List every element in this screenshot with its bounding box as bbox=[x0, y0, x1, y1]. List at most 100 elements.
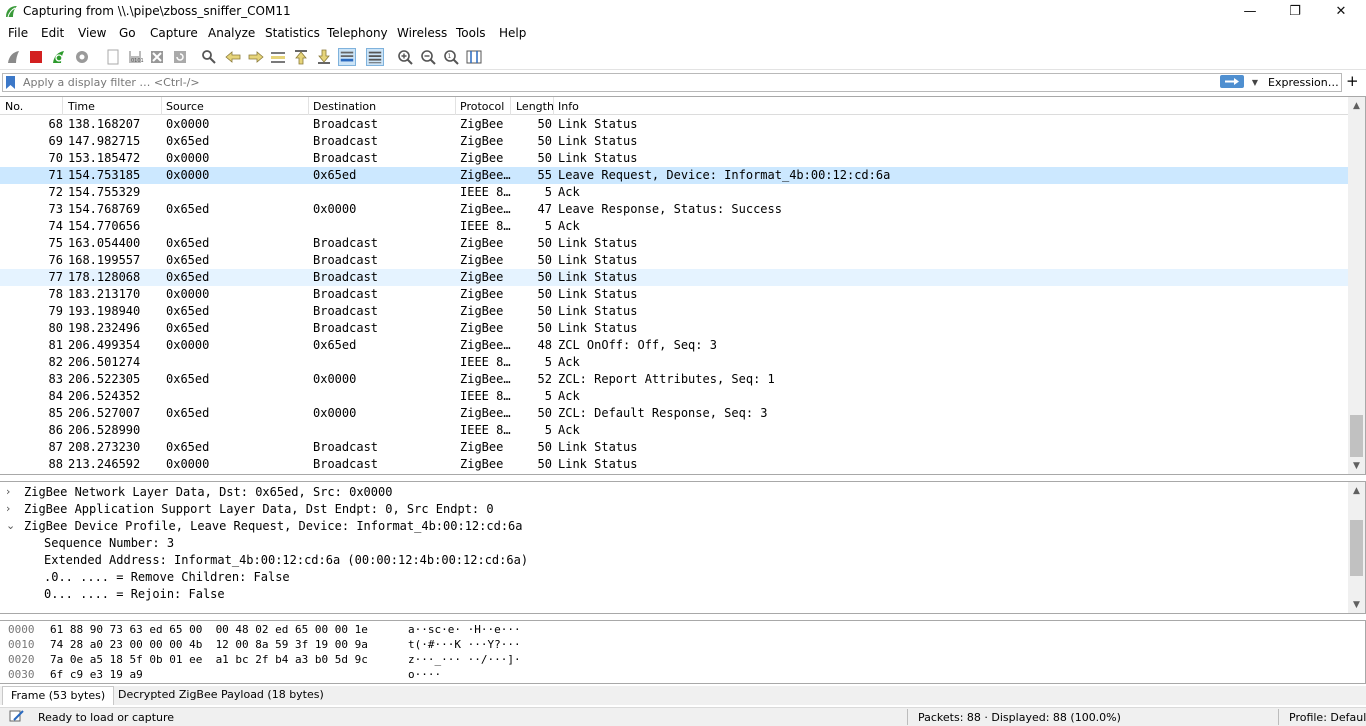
detail-tree-item[interactable]: Extended Address: Informat_4b:00:12:cd:6… bbox=[0, 552, 1349, 569]
chevron-right-icon[interactable]: › bbox=[6, 502, 10, 515]
packet-row[interactable]: 80 198.232496 0x65ed Broadcast ZigBee 50 Link … bbox=[0, 320, 1349, 337]
packet-row[interactable]: 71 154.753185 0x0000 0x65ed ZigBee… 55 Leave R… bbox=[0, 167, 1349, 184]
packet-details-tree[interactable]: › ZigBee Network Layer Data, Dst: 0x65ed,… bbox=[0, 481, 1366, 614]
status-profile[interactable]: Profile: Default bbox=[1289, 711, 1366, 724]
minimize-button[interactable]: — bbox=[1227, 0, 1273, 23]
go-forward-button[interactable] bbox=[247, 48, 265, 66]
packet-row[interactable]: 74 154.770656 IEEE 8… 5 Ack bbox=[0, 218, 1349, 235]
packet-row[interactable]: 73 154.768769 0x65ed 0x0000 ZigBee… 47 Leave R… bbox=[0, 201, 1349, 218]
menu-edit[interactable]: Edit bbox=[41, 26, 64, 40]
first-packet-button[interactable] bbox=[292, 48, 310, 66]
expert-info-icon[interactable] bbox=[9, 709, 25, 723]
detail-tree-item[interactable]: ⌄ ZigBee Device Profile, Leave Request, D… bbox=[0, 518, 1349, 535]
detail-tree-item[interactable]: › ZigBee Application Support Layer Data, … bbox=[0, 501, 1349, 518]
column-header-info[interactable]: Info bbox=[558, 100, 579, 113]
restore-button[interactable]: ❐ bbox=[1272, 0, 1318, 23]
column-header-time[interactable]: Time bbox=[68, 100, 95, 113]
packet-row[interactable]: 78 183.213170 0x0000 Broadcast ZigBee 50 Link … bbox=[0, 286, 1349, 303]
restart-capture-button[interactable] bbox=[50, 48, 68, 66]
packet-row[interactable]: 88 213.246592 0x0000 Broadcast ZigBee 50 Link … bbox=[0, 456, 1349, 473]
scroll-up-icon[interactable]: ▲ bbox=[1348, 97, 1365, 114]
close-button[interactable]: ✕ bbox=[1318, 0, 1364, 23]
menu-view[interactable]: View bbox=[78, 26, 106, 40]
menu-go[interactable]: Go bbox=[119, 26, 136, 40]
cell-time: 206.499354 bbox=[68, 338, 141, 352]
packet-bytes-pane[interactable]: 0000 61 88 90 73 63 ed 65 00 00 48 02 ed … bbox=[0, 620, 1366, 684]
chevron-down-icon[interactable]: ⌄ bbox=[6, 519, 15, 532]
capture-options-button[interactable] bbox=[73, 48, 91, 66]
detail-tree-item[interactable]: 0... .... = Rejoin: False bbox=[0, 586, 1349, 603]
scroll-down-icon[interactable]: ▼ bbox=[1348, 457, 1365, 474]
colorize-button[interactable] bbox=[366, 48, 384, 66]
packet-row[interactable]: 77 178.128068 0x65ed Broadcast ZigBee 50 Link … bbox=[0, 269, 1349, 286]
last-packet-button[interactable] bbox=[315, 48, 333, 66]
scroll-up-icon[interactable]: ▲ bbox=[1348, 482, 1365, 499]
zoom-normal-button[interactable]: 1 bbox=[442, 48, 460, 66]
bytes-row[interactable]: 0000 61 88 90 73 63 ed 65 00 00 48 02 ed … bbox=[0, 623, 1349, 638]
packet-row[interactable]: 75 163.054400 0x65ed Broadcast ZigBee 50 Link … bbox=[0, 235, 1349, 252]
column-header-no[interactable]: No. bbox=[5, 100, 23, 113]
menu-wireless[interactable]: Wireless bbox=[397, 26, 447, 40]
menu-help[interactable]: Help bbox=[499, 26, 526, 40]
packet-row[interactable]: 79 193.198940 0x65ed Broadcast ZigBee 50 Link … bbox=[0, 303, 1349, 320]
shark-fin-start-button[interactable] bbox=[5, 48, 23, 66]
packet-row[interactable]: 84 206.524352 IEEE 8… 5 Ack bbox=[0, 388, 1349, 405]
save-file-button[interactable]: 0101 bbox=[126, 48, 144, 66]
menu-telephony[interactable]: Telephony bbox=[327, 26, 388, 40]
cell-no: 84 bbox=[48, 389, 63, 403]
filter-history-dropdown[interactable]: ▼ bbox=[1248, 74, 1262, 91]
details-scrollbar[interactable]: ▲ ▼ bbox=[1348, 482, 1365, 613]
zoom-out-button[interactable] bbox=[419, 48, 437, 66]
bytes-row[interactable]: 0020 7a 0e a5 18 5f 0b 01 ee a1 bc 2f b4 … bbox=[0, 653, 1349, 668]
packet-row[interactable]: 70 153.185472 0x0000 Broadcast ZigBee 50 Link … bbox=[0, 150, 1349, 167]
packet-row[interactable]: 76 168.199557 0x65ed Broadcast ZigBee 50 Link … bbox=[0, 252, 1349, 269]
packet-row[interactable]: 87 208.273230 0x65ed Broadcast ZigBee 50 Link … bbox=[0, 439, 1349, 456]
tab-decrypted-payload[interactable]: Decrypted ZigBee Payload (18 bytes) bbox=[110, 686, 332, 705]
stop-capture-button[interactable] bbox=[27, 48, 45, 66]
column-header-destination[interactable]: Destination bbox=[313, 100, 376, 113]
reload-file-button[interactable] bbox=[171, 48, 189, 66]
packet-row[interactable]: 81 206.499354 0x0000 0x65ed ZigBee… 48 ZCL OnO… bbox=[0, 337, 1349, 354]
bytes-row[interactable]: 0010 74 28 a0 23 00 00 00 4b 12 00 8a 59 … bbox=[0, 638, 1349, 653]
display-filter-input[interactable] bbox=[23, 75, 1213, 90]
chevron-right-icon[interactable]: › bbox=[6, 485, 10, 498]
cell-time: 154.770656 bbox=[68, 219, 141, 233]
packet-row[interactable]: 68 138.168207 0x0000 Broadcast ZigBee 50 Link … bbox=[0, 116, 1349, 133]
menu-capture[interactable]: Capture bbox=[150, 26, 198, 40]
menu-analyze[interactable]: Analyze bbox=[208, 26, 255, 40]
filter-bookmark-icon[interactable] bbox=[5, 75, 16, 90]
packet-row[interactable]: 69 147.982715 0x65ed Broadcast ZigBee 50 Link … bbox=[0, 133, 1349, 150]
packet-row[interactable]: 83 206.522305 0x65ed 0x0000 ZigBee… 52 ZCL: Re… bbox=[0, 371, 1349, 388]
menu-statistics[interactable]: Statistics bbox=[265, 26, 320, 40]
apply-filter-button[interactable] bbox=[1220, 75, 1244, 88]
zoom-in-button[interactable] bbox=[396, 48, 414, 66]
scrollbar-thumb[interactable] bbox=[1350, 415, 1363, 457]
detail-tree-item[interactable]: .0.. .... = Remove Children: False bbox=[0, 569, 1349, 586]
packet-list[interactable]: No. Time Source Destination Protocol Len… bbox=[0, 96, 1366, 475]
add-filter-button[interactable]: + bbox=[1346, 72, 1359, 90]
packet-row[interactable]: 72 154.755329 IEEE 8… 5 Ack bbox=[0, 184, 1349, 201]
detail-tree-item[interactable]: › ZigBee Network Layer Data, Dst: 0x65ed,… bbox=[0, 484, 1349, 501]
packet-row[interactable]: 85 206.527007 0x65ed 0x0000 ZigBee… 50 ZCL: De… bbox=[0, 405, 1349, 422]
column-header-protocol[interactable]: Protocol bbox=[460, 100, 504, 113]
find-packet-button[interactable] bbox=[200, 48, 218, 66]
open-file-button[interactable] bbox=[104, 48, 122, 66]
packet-row[interactable]: 82 206.501274 IEEE 8… 5 Ack bbox=[0, 354, 1349, 371]
packet-row[interactable]: 86 206.528990 IEEE 8… 5 Ack bbox=[0, 422, 1349, 439]
go-back-button[interactable] bbox=[224, 48, 242, 66]
detail-tree-item[interactable]: Sequence Number: 3 bbox=[0, 535, 1349, 552]
column-header-source[interactable]: Source bbox=[166, 100, 204, 113]
scroll-down-icon[interactable]: ▼ bbox=[1348, 596, 1365, 613]
menu-file[interactable]: File bbox=[8, 26, 28, 40]
bytes-row[interactable]: 0030 6f c9 e3 19 a9 o···· bbox=[0, 668, 1349, 683]
close-file-button[interactable] bbox=[148, 48, 166, 66]
autoscroll-button[interactable] bbox=[338, 48, 356, 66]
menu-tools[interactable]: Tools bbox=[456, 26, 486, 40]
column-header-length[interactable]: Length bbox=[516, 100, 554, 113]
tab-frame-bytes[interactable]: Frame (53 bytes) bbox=[2, 686, 115, 705]
packet-list-scrollbar[interactable]: ▲ ▼ bbox=[1348, 97, 1365, 474]
resize-columns-button[interactable] bbox=[465, 48, 483, 66]
go-to-packet-button[interactable] bbox=[269, 48, 287, 66]
expression-button[interactable]: Expression… bbox=[1268, 76, 1339, 89]
scrollbar-thumb[interactable] bbox=[1350, 520, 1363, 576]
